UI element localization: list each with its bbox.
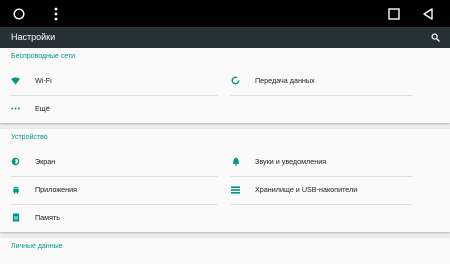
bell-icon [231, 157, 240, 166]
more-dots-icon [11, 104, 20, 113]
settings-item-sound[interactable]: Звуки и уведомления [220, 148, 450, 176]
section-header-device: Устройство [11, 134, 48, 141]
memory-icon [11, 213, 20, 222]
settings-item-label: Ещё [35, 104, 50, 113]
brightness-icon [11, 157, 20, 166]
system-navigation-bar [0, 0, 450, 27]
page-title: Настройки [11, 32, 56, 42]
settings-item-data-usage[interactable]: Передача данных [220, 67, 450, 95]
storage-icon [231, 185, 240, 194]
overflow-menu-icon [54, 7, 58, 20]
app-bar: Настройки [0, 27, 450, 48]
settings-item-label: Звуки и уведомления [255, 157, 327, 166]
section-header-personal: Личные данные [11, 243, 63, 250]
settings-item-memory[interactable]: Память [0, 204, 220, 232]
settings-item-label: Хранилище и USB-накопители [255, 185, 358, 194]
settings-item-label: Приложения [35, 185, 78, 194]
settings-item-apps[interactable]: Приложения [0, 176, 220, 204]
section-personal: Личные данные [0, 238, 450, 264]
settings-item-more[interactable]: Ещё [0, 95, 220, 123]
menu-button[interactable] [50, 0, 62, 27]
settings-item-label: Передача данных [255, 76, 315, 85]
search-button[interactable] [429, 27, 441, 48]
triangle-back-icon [423, 7, 433, 20]
section-device: Устройство Экран Звуки и уведомления При… [0, 129, 450, 232]
settings-item-label: Wi-Fi [35, 76, 52, 85]
settings-item-label: Память [35, 213, 61, 222]
circle-home-icon [13, 7, 25, 20]
divider [230, 95, 412, 96]
recents-button[interactable] [386, 0, 402, 27]
home-button[interactable] [11, 0, 27, 27]
back-button[interactable] [420, 0, 436, 27]
square-recents-icon [388, 7, 400, 20]
data-usage-icon [231, 76, 240, 85]
settings-item-label: Экран [35, 157, 56, 166]
section-wireless: Беспроводные сети Wi-Fi Передача данных … [0, 48, 450, 123]
settings-item-wifi[interactable]: Wi-Fi [0, 67, 220, 95]
section-header-wireless: Беспроводные сети [11, 53, 76, 60]
divider [230, 204, 412, 205]
settings-item-storage[interactable]: Хранилище и USB-накопители [220, 176, 450, 204]
android-icon [11, 185, 20, 194]
search-icon [430, 33, 440, 42]
wifi-icon [11, 76, 20, 85]
settings-item-display[interactable]: Экран [0, 148, 220, 176]
